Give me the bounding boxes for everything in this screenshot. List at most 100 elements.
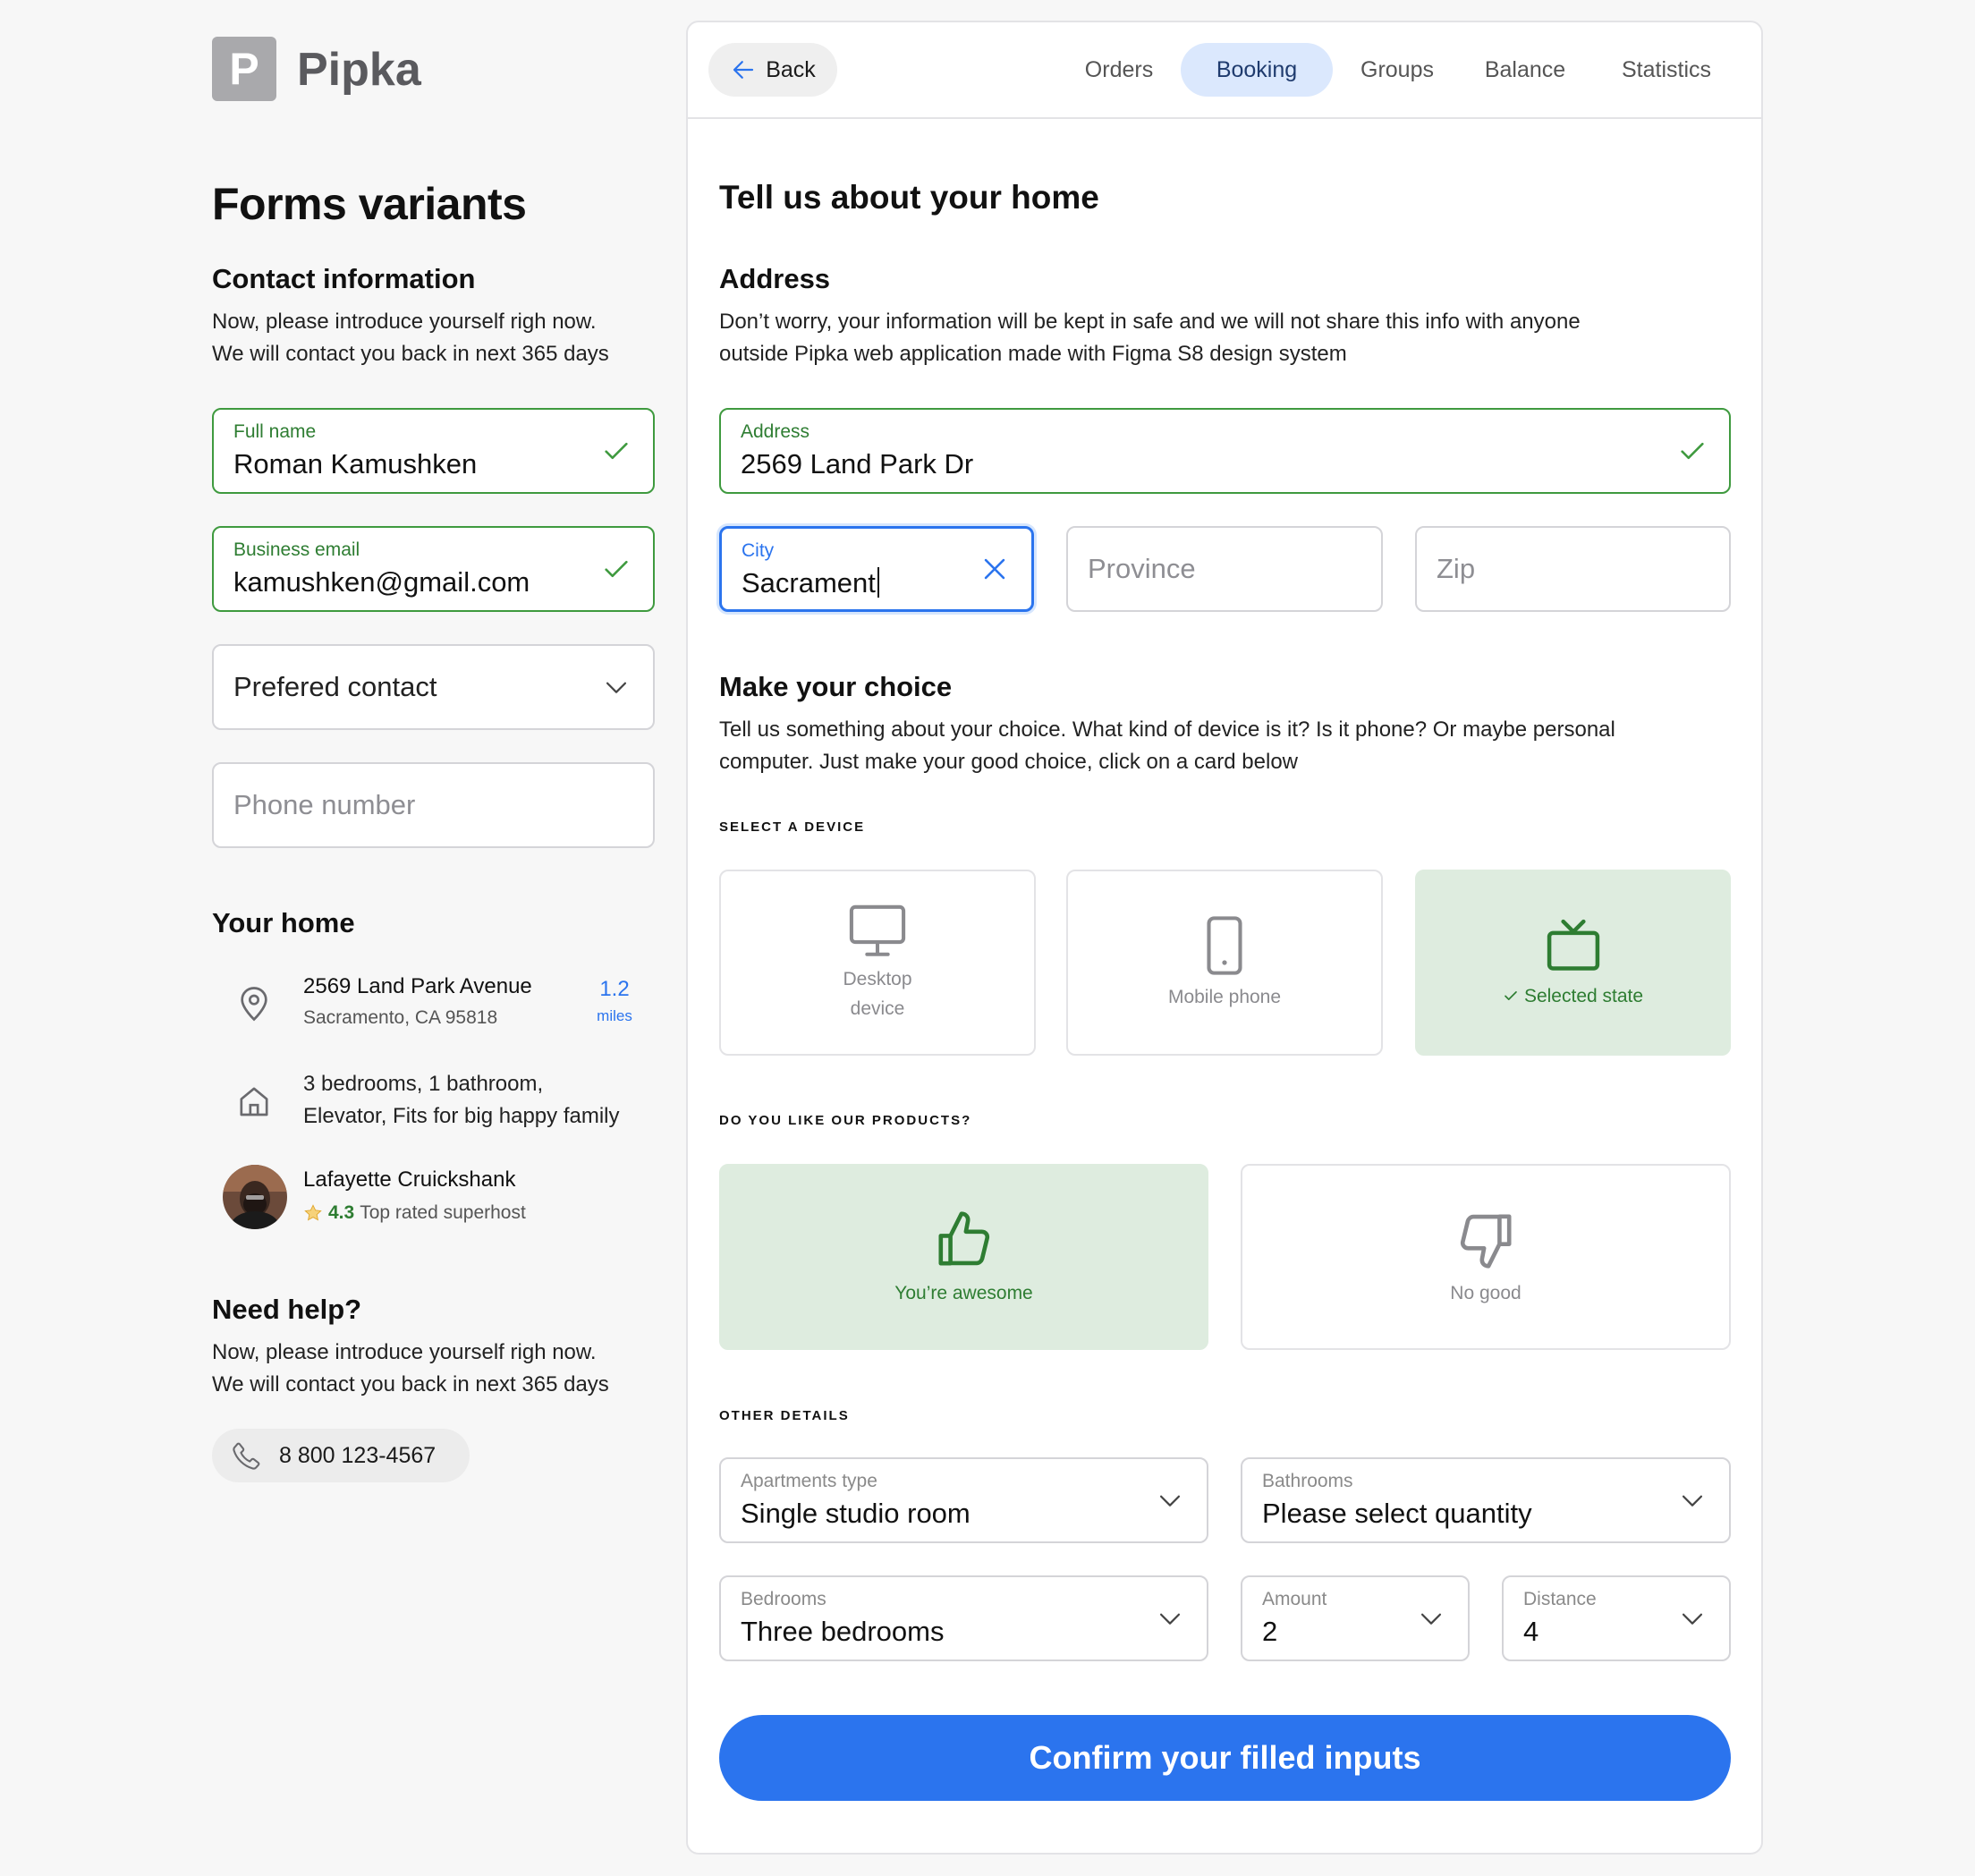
tab-balance[interactable]: Balance [1467,43,1583,97]
apartments-type-label: Apartments type [741,1471,877,1491]
chevron-down-icon [606,682,627,693]
tab-orders[interactable]: Orders [1066,43,1172,97]
help-phone-button[interactable]: 8 800 123-4567 [212,1429,470,1482]
like-card-awesome[interactable]: You’re awesome [719,1164,1208,1350]
bathrooms-select[interactable]: Bathrooms Please select quantity [1241,1457,1731,1543]
pipka-logo: P [212,37,276,101]
phone-number-input[interactable]: Phone number [212,762,655,848]
select-device-label: SELECT A DEVICE [719,819,866,835]
device-tv-label: Selected state [1523,985,1644,1006]
phone-icon [233,1442,260,1470]
mobile-phone-icon [1207,915,1242,975]
host-badge: Top rated superhost [360,1202,526,1223]
distance-value: 1.2 [599,977,630,1001]
check-icon [605,442,628,460]
address-value: 2569 Land Park Dr [741,448,974,480]
tv-icon [1547,919,1599,971]
address-description-line2: outside Pipka web application made with … [719,342,1347,366]
device-desktop-label-line1: Desktop [843,969,912,989]
device-card-desktop[interactable]: Desktop device [719,870,1036,1056]
bedrooms-label: Bedrooms [741,1589,826,1609]
contact-description: Now, please introduce yourself righ now.… [212,306,609,370]
city-value-wrap: Sacrament [742,566,879,600]
clear-icon[interactable] [979,554,1010,584]
host-avatar [223,1165,287,1229]
tab-booking[interactable]: Booking [1181,43,1333,97]
address-heading: Address [719,263,831,294]
form-title: Tell us about your home [719,179,1099,216]
bedrooms-select[interactable]: Bedrooms Three bedrooms [719,1575,1208,1661]
distance-select-value: 4 [1523,1616,1539,1647]
choice-heading: Make your choice [719,671,953,702]
city-input[interactable]: City Sacrament [719,526,1034,612]
text-cursor [877,567,879,598]
amount-select[interactable]: Amount 2 [1241,1575,1470,1661]
host-rating-line: 4.3 Top rated superhost [303,1199,526,1227]
address-label: Address [741,421,810,442]
distance-label: Distance [1523,1589,1597,1609]
business-email-field[interactable]: Business email kamushken@gmail.com [212,526,655,612]
phone-number-placeholder: Phone number [233,789,416,820]
distance-unit: miles [597,1007,632,1024]
check-small-icon [1505,991,1517,1000]
check-icon [605,560,628,578]
arrow-left-icon [733,61,754,79]
tab-statistics[interactable]: Statistics [1601,43,1732,97]
province-input[interactable]: Province [1066,526,1383,612]
device-card-tv[interactable]: Selected state [1415,870,1731,1056]
choice-description-line2: computer. Just make your good choice, cl… [719,750,1298,774]
help-description-line2: We will contact you back in next 365 day… [212,1372,609,1396]
host-name: Lafayette Cruickshank [303,1167,516,1192]
like-awesome-label: You’re awesome [894,1282,1033,1303]
home-features-row: 3 bedrooms, 1 bathroom, Elevator, Fits f… [212,1068,655,1134]
chevron-down-icon [1420,1613,1442,1625]
choice-description-line1: Tell us something about your choice. Wha… [719,717,1615,742]
host-rating: 4.3 [328,1202,355,1223]
apartments-type-select[interactable]: Apartments type Single studio room [719,1457,1208,1543]
distance-select[interactable]: Distance 4 [1502,1575,1731,1661]
preferred-contact-placeholder: Prefered contact [233,671,437,702]
like-products-label: DO YOU LIKE OUR PRODUCTS? [719,1113,972,1128]
address-description: Don’t worry, your information will be ke… [719,306,1581,370]
province-placeholder: Province [1088,553,1196,584]
like-no-good-label: No good [1450,1282,1522,1303]
star-icon [304,1204,322,1221]
home-address-row: 2569 Land Park Avenue Sacramento, CA 958… [212,972,655,1034]
device-mobile-label: Mobile phone [1167,986,1282,1007]
home-address-line1: 2569 Land Park Avenue [303,974,532,998]
chevron-down-icon [1159,1613,1181,1625]
house-icon [240,1087,268,1116]
device-desktop-label-line2: device [850,998,905,1019]
confirm-button[interactable]: Confirm your filled inputs [719,1715,1731,1801]
full-name-label: Full name [233,421,317,442]
city-value: Sacrament [742,567,876,598]
zip-placeholder: Zip [1437,553,1476,584]
device-tv-label-wrap: Selected state [1503,981,1643,1011]
address-field[interactable]: Address 2569 Land Park Dr [719,408,1731,494]
bathrooms-value: Please select quantity [1262,1498,1532,1529]
other-details-label: OTHER DETAILS [719,1408,850,1423]
help-description-line1: Now, please introduce yourself righ now. [212,1340,597,1364]
tab-groups[interactable]: Groups [1342,43,1453,97]
preferred-contact-select[interactable]: Prefered contact [212,644,655,730]
home-address-line2: Sacramento, CA 95818 [303,1007,498,1028]
brand-name: Pipka [297,44,421,96]
help-description: Now, please introduce yourself righ now.… [212,1337,609,1401]
city-label: City [742,540,775,561]
bedrooms-value: Three bedrooms [741,1616,945,1647]
help-heading: Need help? [212,1294,362,1325]
page-title: Forms variants [212,179,527,229]
choice-description: Tell us something about your choice. Wha… [719,714,1615,778]
address-description-line1: Don’t worry, your information will be ke… [719,310,1581,334]
zip-input[interactable]: Zip [1415,526,1731,612]
back-button[interactable]: Back [708,43,837,97]
device-card-mobile[interactable]: Mobile phone [1066,870,1383,1056]
home-features-line1: 3 bedrooms, 1 bathroom, [303,1072,544,1096]
map-pin-icon [241,987,267,1022]
device-desktop-label: Desktop device [843,964,911,1023]
full-name-field[interactable]: Full name Roman Kamushken [212,408,655,494]
home-features-line2: Elevator, Fits for big happy family [303,1104,620,1128]
full-name-value: Roman Kamushken [233,448,478,480]
chevron-down-icon [1682,1495,1703,1507]
like-card-no-good[interactable]: No good [1241,1164,1731,1350]
